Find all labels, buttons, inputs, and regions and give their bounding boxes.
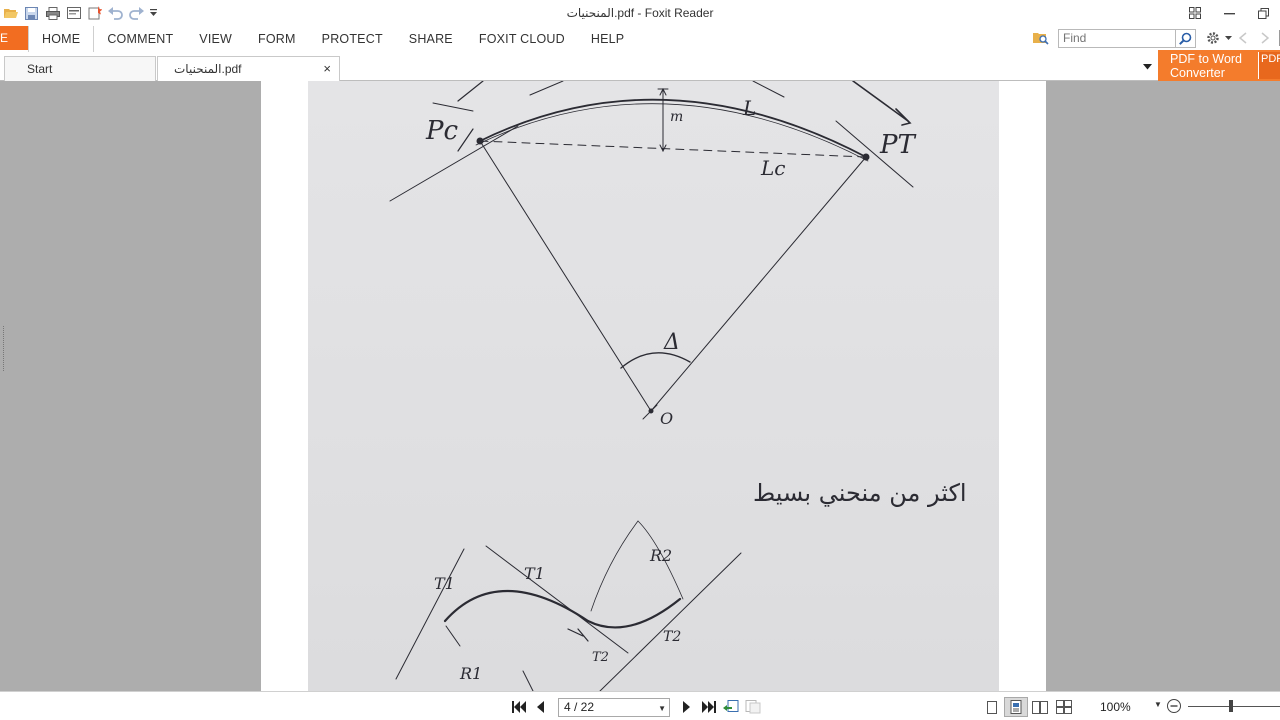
arabic-note: اكثر من منحني بسيط [753, 479, 967, 507]
gear-icon[interactable] [1202, 28, 1224, 48]
forward-icon[interactable] [1254, 28, 1276, 48]
chevron-down-icon[interactable]: ▼ [658, 700, 666, 717]
window-controls [1178, 0, 1280, 26]
first-page-icon[interactable] [508, 697, 530, 717]
label-t1-right: T1 [524, 564, 545, 583]
label-l: L [742, 96, 756, 120]
tab-protect[interactable]: PROTECT [309, 26, 396, 52]
title-bar: المنحنيات.pdf - Foxit Reader [0, 0, 1280, 26]
last-page-icon[interactable] [698, 697, 720, 717]
tab-start-label: Start [27, 62, 53, 76]
zoom-level[interactable]: 100% [1100, 700, 1131, 714]
tab-foxit-cloud[interactable]: FOXIT CLOUD [466, 26, 578, 52]
label-t2-left: T2 [592, 650, 609, 665]
label-r1: R1 [459, 664, 482, 683]
find-input[interactable] [1058, 28, 1176, 48]
previous-view-icon[interactable] [720, 697, 742, 717]
page-navigation: 4 / 22 ▼ [508, 696, 764, 718]
previous-page-icon[interactable] [530, 697, 552, 717]
restore-icon[interactable] [1246, 0, 1280, 26]
promo-small-badge: PDF [1258, 52, 1280, 79]
label-pt: PT [879, 130, 916, 160]
label-m: m [670, 109, 683, 125]
tab-share[interactable]: SHARE [396, 26, 466, 52]
tab-form[interactable]: FORM [245, 26, 309, 52]
single-page-view-icon[interactable] [980, 697, 1004, 717]
minimize-icon[interactable] [1212, 0, 1246, 26]
user-icon[interactable] [1276, 28, 1280, 48]
tab-document[interactable]: المنحنيات.pdf × [157, 56, 340, 81]
page-number-field[interactable]: 4 / 22 ▼ [558, 697, 670, 717]
page-view-modes [980, 696, 1076, 718]
document-tabs: Start المنحنيات.pdf × [0, 52, 1280, 81]
label-t1-left: T1 [434, 574, 455, 593]
label-lc: Lc [760, 156, 785, 180]
panel-splitter-handle[interactable] [3, 326, 7, 371]
label-delta: Δ [663, 330, 680, 355]
tab-document-label: المنحنيات.pdf [174, 62, 242, 76]
status-bar: 4 / 22 ▼ 100% ▼ [0, 691, 1280, 720]
facing-view-icon[interactable] [1028, 697, 1052, 717]
pdf-page: Pc PT m L Lc Δ O اكثر من منحني بسيط T1 T… [261, 81, 1046, 691]
label-r2: R2 [649, 546, 672, 565]
tab-comment[interactable]: COMMENT [94, 26, 186, 52]
document-workspace[interactable]: Pc PT m L Lc Δ O اكثر من منحني بسيط T1 T… [0, 81, 1280, 691]
scanned-page-image: Pc PT m L Lc Δ O اكثر من منحني بسيط T1 T… [308, 81, 999, 691]
label-pc: Pc [425, 116, 458, 146]
tab-home[interactable]: HOME [28, 26, 95, 52]
tab-list-dropdown-icon[interactable] [1140, 60, 1154, 74]
pdf-to-word-promo[interactable]: PDF to Word Converter PDF [1158, 50, 1280, 81]
next-page-icon[interactable] [676, 697, 698, 717]
tab-view[interactable]: VIEW [186, 26, 245, 52]
next-view-icon[interactable] [742, 697, 764, 717]
file-tab[interactable]: E [0, 26, 28, 50]
continuous-view-icon[interactable] [1004, 697, 1028, 717]
zoom-slider-thumb[interactable] [1229, 700, 1233, 712]
layout-icon[interactable] [1178, 0, 1212, 26]
back-icon[interactable] [1232, 28, 1254, 48]
tab-help[interactable]: HELP [578, 26, 637, 52]
window-title: المنحنيات.pdf - Foxit Reader [566, 6, 714, 20]
search-icon[interactable] [1176, 28, 1196, 48]
curve-sketch: Pc PT m L Lc Δ O اكثر من منحني بسيط T1 T… [389, 81, 967, 691]
tab-start[interactable]: Start [4, 56, 156, 81]
close-icon[interactable]: × [323, 57, 331, 81]
find-folder-icon[interactable] [1030, 28, 1052, 48]
ribbon-tabs: HOME COMMENT VIEW FORM PROTECT SHARE FOX… [28, 26, 637, 52]
label-o: O [660, 409, 673, 428]
zoom-slider-track[interactable] [1188, 706, 1280, 707]
zoom-dropdown-icon[interactable]: ▼ [1154, 700, 1162, 709]
continuous-facing-view-icon[interactable] [1052, 697, 1076, 717]
chevron-down-icon[interactable] [1224, 28, 1232, 48]
label-t2-right: T2 [663, 629, 681, 645]
find-area [1030, 27, 1280, 49]
zoom-out-icon[interactable] [1166, 698, 1182, 714]
page-number-value: 4 / 22 [564, 699, 595, 714]
